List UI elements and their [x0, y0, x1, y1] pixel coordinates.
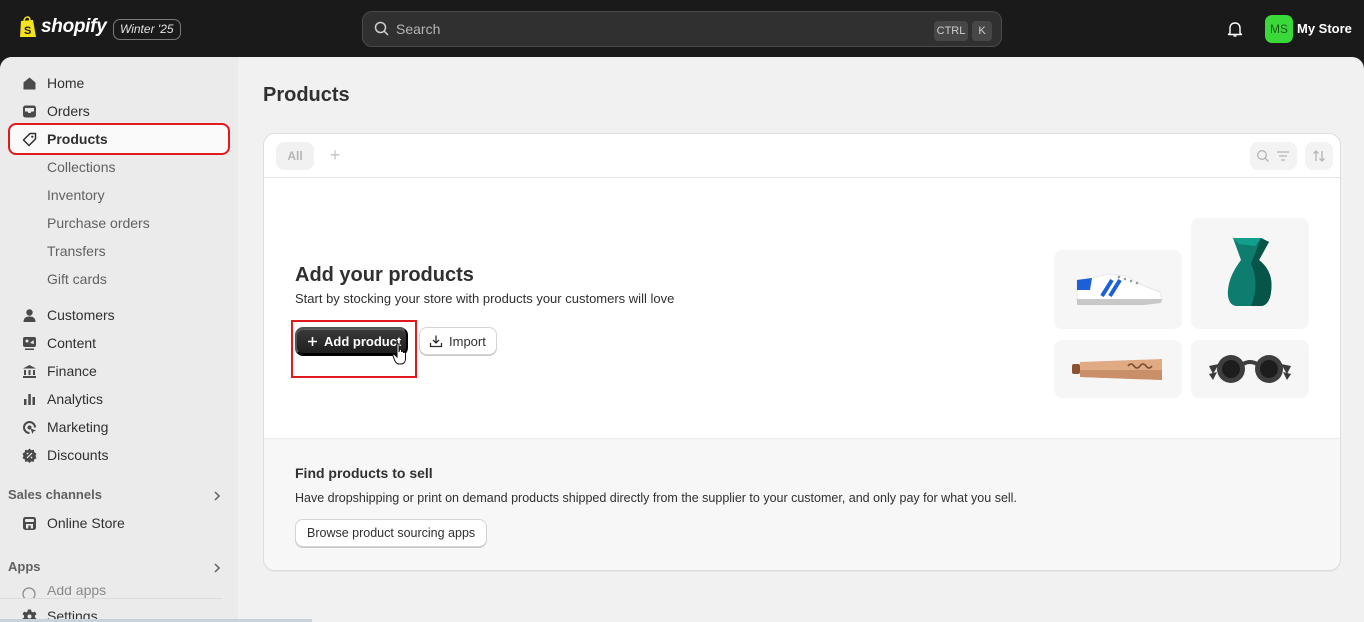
import-button[interactable]: Import	[419, 327, 497, 355]
sidebar-item-label: Gift cards	[47, 271, 107, 287]
find-products-title: Find products to sell	[295, 465, 433, 481]
sidebar-item-gift-cards[interactable]: Gift cards	[10, 265, 228, 293]
view-tabs: All +	[264, 134, 1340, 178]
sidebar-item-label: Purchase orders	[47, 215, 150, 231]
empty-state-subtitle: Start by stocking your store with produc…	[295, 291, 675, 306]
shopify-bag-icon: S	[20, 16, 36, 37]
notifications-bell-icon[interactable]	[1226, 20, 1244, 38]
search-filter-button[interactable]	[1250, 142, 1297, 170]
sidebar-item-label: Inventory	[47, 187, 105, 203]
home-icon	[23, 77, 36, 90]
content-icon	[23, 337, 36, 350]
sidebar-item-purchase-orders[interactable]: Purchase orders	[10, 209, 228, 237]
bank-icon	[23, 365, 36, 378]
plus-circle-icon	[22, 587, 36, 598]
sidebar-item-transfers[interactable]: Transfers	[10, 237, 228, 265]
search-icon	[1257, 150, 1269, 162]
products-card: All + Add your products Start by stockin…	[263, 133, 1341, 571]
sidebar-item-label: Collections	[47, 159, 116, 175]
sort-button[interactable]	[1305, 142, 1333, 170]
sidebar-item-label: Transfers	[47, 243, 106, 259]
sidebar-item-collections[interactable]: Collections	[10, 153, 228, 181]
sidebar-item-label: Home	[47, 75, 85, 91]
illustration-tile-tube	[1054, 340, 1182, 398]
sidebar-item-products[interactable]: Products	[8, 123, 230, 155]
sidebar-item-label: Online Store	[47, 515, 125, 531]
import-label: Import	[449, 333, 486, 349]
sidebar-item-label: Customers	[47, 307, 115, 323]
sales-channels-header[interactable]: Sales channels	[8, 487, 230, 507]
apps-header[interactable]: Apps	[8, 559, 230, 579]
sidebar-item-home[interactable]: Home	[10, 69, 228, 97]
sidebar-item-label: Orders	[47, 103, 90, 119]
sidebar-item-finance[interactable]: Finance	[10, 357, 228, 385]
vase-icon	[1227, 238, 1272, 306]
sidebar-item-discounts[interactable]: Discounts	[10, 441, 228, 469]
sidebar-item-orders[interactable]: Orders	[10, 97, 228, 125]
sidebar-item-label: Content	[47, 335, 97, 351]
sidebar-item-label: Analytics	[47, 391, 104, 407]
sidebar-item-label: Finance	[47, 363, 97, 379]
sidebar-item-label: Add apps	[47, 586, 107, 598]
download-icon	[429, 335, 443, 348]
sidebar-item-add-apps[interactable]: Add apps	[10, 586, 222, 598]
brand-name: shopify	[41, 16, 107, 37]
search-input[interactable]: Search CTRL K	[362, 11, 1002, 47]
chevron-right-icon[interactable]	[212, 490, 222, 502]
apps-label: Apps	[8, 559, 41, 574]
discount-icon	[22, 448, 37, 463]
svg-text:S: S	[24, 25, 31, 37]
tube-icon	[1072, 359, 1162, 380]
chevron-right-icon[interactable]	[212, 562, 222, 574]
sidebar-divider	[0, 598, 222, 599]
plus-icon	[308, 336, 317, 346]
search-placeholder: Search	[396, 21, 441, 37]
add-view-button[interactable]: +	[327, 144, 343, 166]
sidebar-item-customers[interactable]: Customers	[10, 301, 228, 329]
empty-state-title: Add your products	[295, 264, 474, 286]
person-icon	[23, 309, 36, 322]
target-icon	[23, 421, 36, 434]
store-icon	[23, 517, 36, 530]
sidebar-item-label: Discounts	[47, 447, 109, 463]
sidebar-item-content[interactable]: Content	[10, 329, 228, 357]
page-title: Products	[263, 84, 350, 106]
illustration-tile-vase	[1191, 218, 1309, 329]
top-bar: S shopify Winter '25 Search CTRL K MS My…	[0, 0, 1364, 58]
shortcut-key-k: K	[972, 21, 992, 41]
find-products-description: Have dropshipping or print on demand pro…	[295, 491, 1017, 505]
bar-chart-icon	[24, 394, 35, 405]
shortcut-key-ctrl: CTRL	[934, 21, 968, 41]
inbox-icon	[23, 105, 36, 118]
sales-channels-label: Sales channels	[8, 487, 102, 502]
tag-icon	[22, 132, 37, 147]
sidebar-item-label: Products	[47, 131, 108, 147]
sidebar-item-marketing[interactable]: Marketing	[10, 413, 228, 441]
search-icon	[374, 21, 389, 36]
sidebar: Home Orders Products Collections Invento…	[0, 57, 312, 622]
sidebar-item-inventory[interactable]: Inventory	[10, 181, 228, 209]
illustration-tile-sneaker	[1054, 250, 1182, 329]
find-products-section: Find products to sell Have dropshipping …	[264, 438, 1340, 570]
sidebar-item-online-store[interactable]: Online Store	[10, 509, 228, 537]
hand-cursor-icon	[392, 343, 406, 365]
add-product-label: Add product	[324, 333, 402, 349]
store-avatar[interactable]: MS	[1265, 15, 1293, 43]
sidebar-item-label: Marketing	[47, 419, 109, 435]
empty-state: Add your products Start by stocking your…	[264, 178, 1340, 438]
sidebar-item-analytics[interactable]: Analytics	[10, 385, 228, 413]
store-name[interactable]: My Store	[1297, 21, 1352, 36]
browse-sourcing-apps-button[interactable]: Browse product sourcing apps	[295, 519, 488, 547]
edition-badge[interactable]: Winter '25	[113, 19, 181, 40]
illustration-tile-sunglasses	[1191, 340, 1309, 398]
tab-all[interactable]: All	[276, 142, 314, 170]
sort-icon	[1313, 150, 1325, 162]
app-shell: Home Orders Products Collections Invento…	[0, 57, 1364, 622]
filter-icon	[1277, 151, 1289, 161]
sunglasses-icon	[1209, 355, 1291, 383]
shopify-logo[interactable]: S shopify	[19, 16, 107, 38]
sneaker-icon	[1076, 273, 1163, 305]
